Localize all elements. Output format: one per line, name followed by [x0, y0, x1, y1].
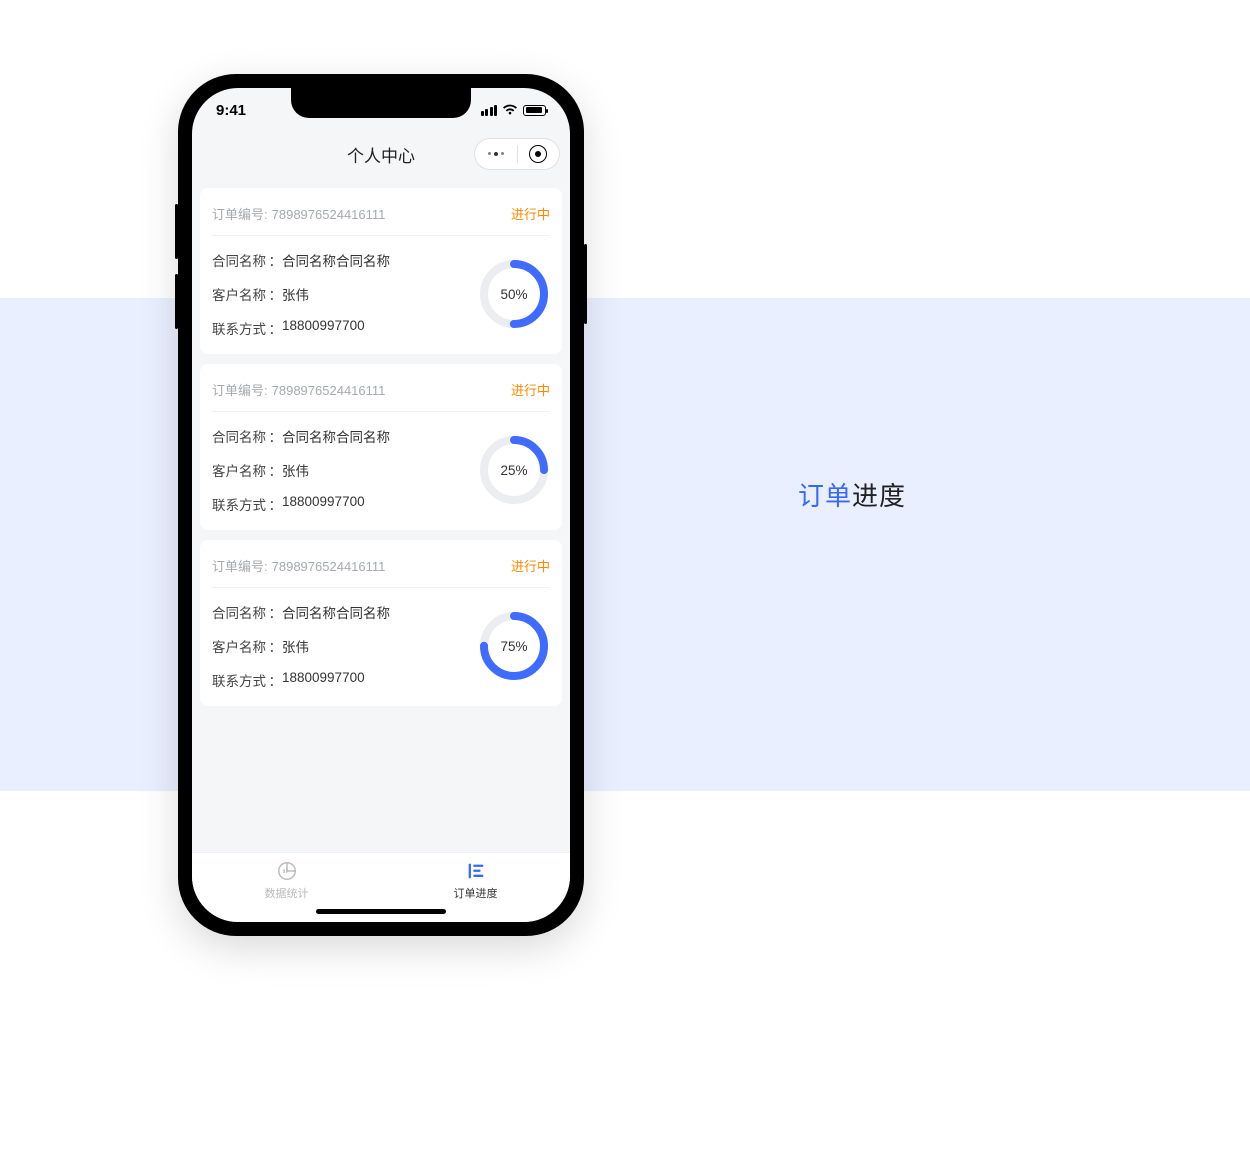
order-no-label: 订单编号: [212, 559, 264, 574]
tab-label: 数据统计: [265, 885, 309, 901]
row-contact: 联系方式 18800997700: [212, 318, 466, 338]
side-title-rest: 进度: [852, 481, 906, 511]
detail-list: 合同名称 合同名称合同名称 客户名称 张伟 联系方式 18800997700: [212, 250, 466, 338]
page-title: 个人中心: [347, 142, 415, 167]
wifi-icon: [502, 104, 518, 116]
row-contract: 合同名称 合同名称合同名称: [212, 250, 466, 270]
order-no-label: 订单编号: [212, 207, 264, 222]
target-icon: [529, 145, 547, 163]
card-header: 订单编号:7898976524416111 进行中: [212, 556, 550, 588]
order-no-value: 7898976524416111: [272, 383, 386, 398]
phone-frame: 9:41 个人中心 订单编号:789897652441611: [178, 74, 584, 936]
progress-label: 75%: [478, 610, 550, 682]
row-contract: 合同名称 合同名称合同名称: [212, 426, 466, 446]
row-contact: 联系方式 18800997700: [212, 494, 466, 514]
row-contact: 联系方式 18800997700: [212, 670, 466, 690]
progress-ring: 25%: [478, 434, 550, 506]
more-icon: [488, 152, 504, 156]
status-badge: 进行中: [511, 380, 550, 399]
signal-icon: [481, 105, 498, 116]
detail-list: 合同名称 合同名称合同名称 客户名称 张伟 联系方式 18800997700: [212, 602, 466, 690]
order-no-value: 7898976524416111: [272, 207, 386, 222]
order-number: 订单编号:7898976524416111: [212, 204, 385, 223]
row-customer: 客户名称 张伟: [212, 284, 466, 304]
home-indicator: [316, 909, 446, 914]
order-list[interactable]: 订单编号:7898976524416111 进行中 合同名称 合同名称合同名称 …: [192, 188, 570, 852]
row-customer: 客户名称 张伟: [212, 636, 466, 656]
capsule-menu-button[interactable]: [475, 139, 517, 169]
side-title-accent: 订单: [798, 481, 852, 511]
card-header: 订单编号:7898976524416111 进行中: [212, 204, 550, 236]
page-side-title: 订单进度: [798, 476, 906, 513]
order-no-value: 7898976524416111: [272, 559, 386, 574]
row-customer: 客户名称 张伟: [212, 460, 466, 480]
order-card[interactable]: 订单编号:7898976524416111 进行中 合同名称 合同名称合同名称 …: [200, 364, 562, 530]
miniprogram-capsule[interactable]: [474, 138, 560, 170]
order-card[interactable]: 订单编号:7898976524416111 进行中 合同名称 合同名称合同名称 …: [200, 188, 562, 354]
order-number: 订单编号:7898976524416111: [212, 556, 385, 575]
card-header: 订单编号:7898976524416111 进行中: [212, 380, 550, 412]
progress-label: 25%: [478, 434, 550, 506]
progress-ring: 50%: [478, 258, 550, 330]
row-contract: 合同名称 合同名称合同名称: [212, 602, 466, 622]
capsule-close-button[interactable]: [518, 139, 560, 169]
order-card[interactable]: 订单编号:7898976524416111 进行中 合同名称 合同名称合同名称 …: [200, 540, 562, 706]
status-badge: 进行中: [511, 204, 550, 223]
status-time: 9:41: [216, 102, 246, 119]
phone-screen: 9:41 个人中心 订单编号:789897652441611: [192, 88, 570, 922]
tab-progress[interactable]: 订单进度: [381, 853, 570, 908]
progress-ring: 75%: [478, 610, 550, 682]
nav-header: 个人中心: [192, 132, 570, 176]
tab-stats[interactable]: 数据统计: [192, 853, 381, 908]
stats-icon: [276, 860, 298, 882]
order-no-label: 订单编号: [212, 383, 264, 398]
progress-icon: [465, 860, 487, 882]
tab-label: 订单进度: [454, 885, 498, 901]
status-badge: 进行中: [511, 556, 550, 575]
progress-label: 50%: [478, 258, 550, 330]
battery-icon: [523, 105, 546, 116]
phone-notch: [291, 88, 471, 118]
order-number: 订单编号:7898976524416111: [212, 380, 385, 399]
detail-list: 合同名称 合同名称合同名称 客户名称 张伟 联系方式 18800997700: [212, 426, 466, 514]
